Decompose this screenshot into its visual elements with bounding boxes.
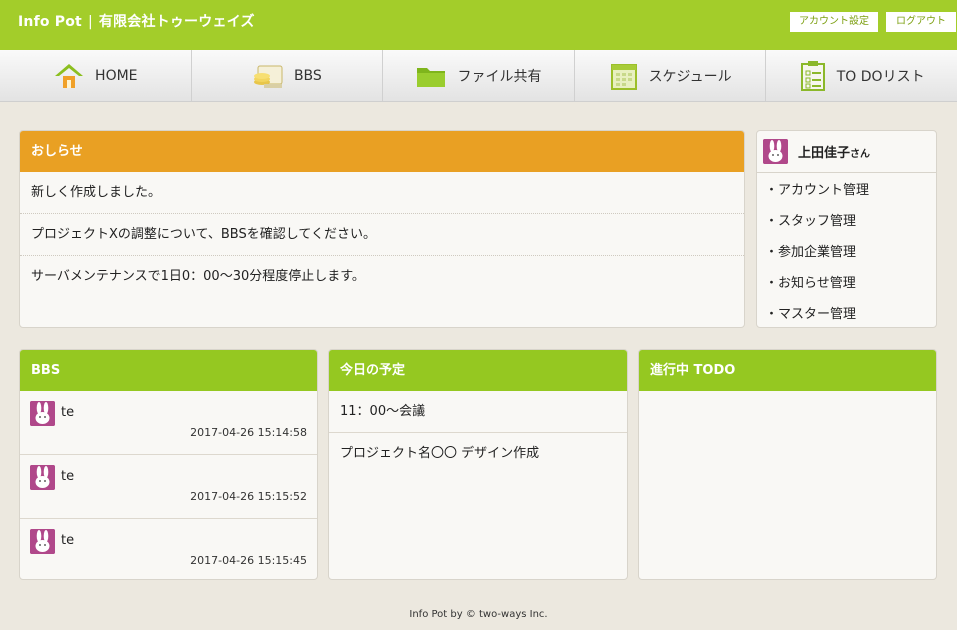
notice-title: おしらせ — [20, 131, 744, 172]
nav-schedule-label: スケジュール — [648, 68, 732, 85]
schedule-title: 今日の予定 — [329, 350, 627, 391]
bbs-post[interactable]: te 2017-04-26 15:15:45 — [20, 519, 317, 579]
avatar — [763, 139, 788, 164]
nav-schedule[interactable]: スケジュール — [575, 50, 767, 101]
nav-bbs[interactable]: BBS — [192, 50, 384, 101]
user-name-text: 上田佳子 — [798, 146, 851, 161]
profile-header: 上田佳子さん — [757, 131, 936, 173]
user-name: 上田佳子さん — [798, 142, 870, 161]
bbs-title: BBS — [20, 350, 317, 391]
logout-button[interactable]: ログアウト — [886, 12, 956, 32]
bbs-post-author: te — [61, 533, 75, 548]
todo-panel: 進行中 TODO — [638, 349, 937, 580]
menu-notice-management[interactable]: ・お知らせ管理 — [757, 268, 936, 299]
bbs-post-date: 2017-04-26 15:15:52 — [190, 490, 307, 503]
calendar-icon — [609, 61, 639, 91]
account-settings-button[interactable]: アカウント設定 — [790, 12, 878, 32]
home-icon — [53, 62, 85, 90]
schedule-panel: 今日の予定 11：00〜会議 プロジェクト名〇〇 デザイン作成 — [328, 349, 628, 580]
rabbit-icon — [30, 529, 55, 554]
nav-file-share[interactable]: ファイル共有 — [383, 50, 575, 101]
menu-master-management[interactable]: ・マスター管理 — [757, 299, 936, 327]
checklist-icon — [799, 60, 827, 92]
notice-item[interactable]: サーバメンテナンスで1日0：00〜30分程度停止します。 — [20, 256, 744, 297]
bbs-post-author: te — [61, 405, 75, 420]
app-name: Info Pot — [18, 14, 82, 30]
nav-home-label: HOME — [95, 67, 138, 84]
notice-panel: おしらせ 新しく作成しました。 プロジェクトXの調整について、BBSを確認してく… — [19, 130, 745, 328]
notice-item[interactable]: 新しく作成しました。 — [20, 172, 744, 214]
bbs-panel: BBS te 2017-04-26 15:14:58 te 2017-04-26… — [19, 349, 318, 580]
top-bar: Info Pot | 有限会社トゥーウェイズ アカウント設定 ログアウト — [0, 0, 957, 50]
rabbit-icon — [30, 401, 55, 426]
rabbit-icon — [763, 139, 788, 164]
company-name: 有限会社トゥーウェイズ — [98, 14, 255, 30]
user-honorific: さん — [850, 149, 871, 160]
brand-separator: | — [87, 14, 93, 30]
bbs-post[interactable]: te 2017-04-26 15:15:52 — [20, 455, 317, 519]
bbs-post[interactable]: te 2017-04-26 15:14:58 — [20, 391, 317, 455]
main-nav: HOME BBS ファイル共有 スケジュール TO DOリスト — [0, 50, 957, 102]
notice-item[interactable]: プロジェクトXの調整について、BBSを確認してください。 — [20, 214, 744, 256]
bbs-post-date: 2017-04-26 15:14:58 — [190, 426, 307, 439]
folder-icon — [415, 62, 447, 90]
menu-staff-management[interactable]: ・スタッフ管理 — [757, 206, 936, 237]
nav-todo[interactable]: TO DOリスト — [766, 50, 957, 101]
nav-bbs-label: BBS — [293, 67, 322, 84]
menu-account-management[interactable]: ・アカウント管理 — [757, 175, 936, 206]
schedule-item[interactable]: プロジェクト名〇〇 デザイン作成 — [329, 433, 627, 474]
bbs-post-date: 2017-04-26 15:15:45 — [190, 554, 307, 567]
footer-copyright: Info Pot by © two-ways Inc. — [409, 609, 548, 620]
menu-partner-management[interactable]: ・参加企業管理 — [757, 237, 936, 268]
todo-title: 進行中 TODO — [639, 350, 936, 391]
bbs-post-author: te — [61, 469, 75, 484]
brand[interactable]: Info Pot | 有限会社トゥーウェイズ — [18, 11, 255, 31]
rabbit-icon — [30, 465, 55, 490]
nav-todo-label: TO DOリスト — [836, 68, 925, 85]
schedule-item[interactable]: 11：00〜会議 — [329, 391, 627, 433]
bbs-icon — [252, 62, 284, 90]
nav-file-share-label: ファイル共有 — [457, 68, 542, 85]
nav-home[interactable]: HOME — [0, 50, 192, 101]
profile-panel: 上田佳子さん ・アカウント管理 ・スタッフ管理 ・参加企業管理 ・お知らせ管理 … — [756, 130, 937, 328]
